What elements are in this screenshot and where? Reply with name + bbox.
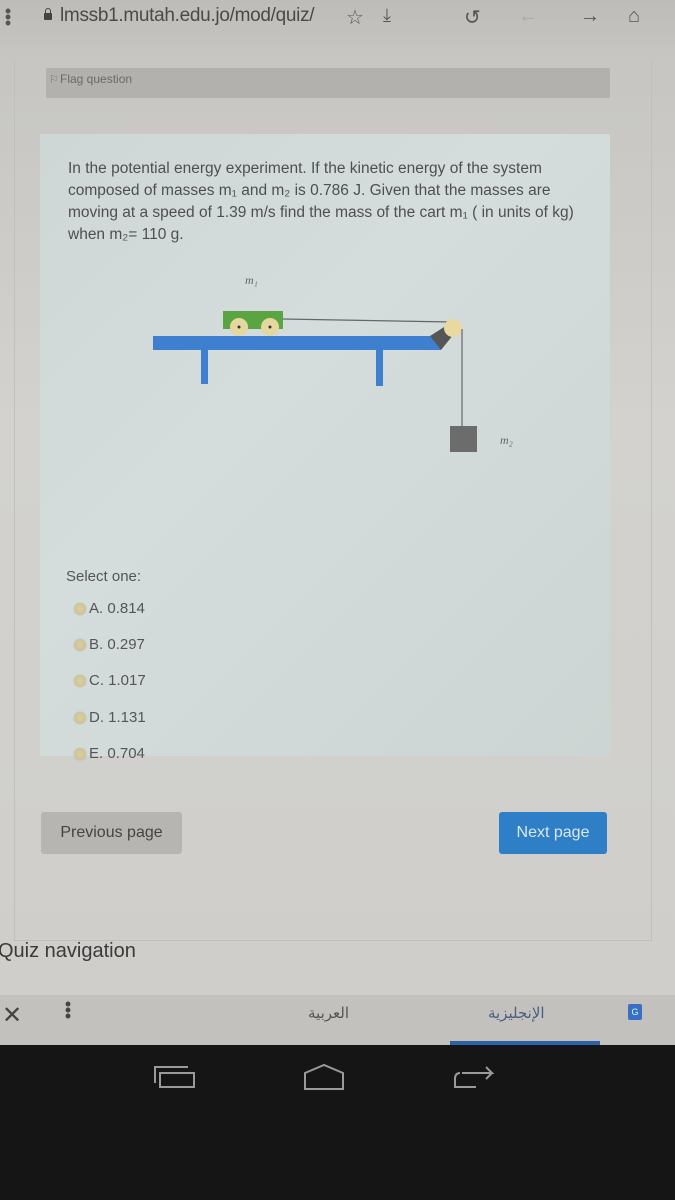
overflow-menu-icon[interactable]: • • • — [4, 2, 12, 32]
radio-button[interactable] — [74, 638, 86, 651]
option-letter: A. — [89, 600, 104, 617]
reload-icon[interactable]: ↺ — [464, 5, 481, 30]
flag-question-button[interactable]: ⚐ Flag question — [46, 68, 610, 98]
hanging-mass — [450, 426, 477, 452]
m1-label: m₁ — [245, 274, 258, 287]
overflow-menu-icon[interactable]: • • • — [64, 995, 72, 1025]
select-one-label: Select one: — [66, 568, 142, 585]
m2-label: m₂ — [500, 433, 513, 447]
option-value: 1.131 — [108, 709, 146, 726]
track — [153, 336, 441, 350]
option-letter: B. — [89, 636, 104, 653]
option-value: 0.297 — [107, 636, 145, 653]
back-arrow-icon[interactable]: ← — [518, 5, 538, 28]
question-box: In the potential energy experiment. If t… — [40, 134, 610, 762]
option-a[interactable]: A. 0.814 — [74, 600, 145, 617]
question-text: In the potential energy experiment. If t… — [68, 160, 574, 243]
browser-toolbar: • • • lmssb1.mutah.edu.jo/mod/quiz/ ☆ ⤓ ↺ … — [0, 0, 675, 48]
radio-button[interactable] — [74, 602, 86, 615]
string-horizontal — [282, 318, 453, 323]
close-icon[interactable]: ✕ — [2, 1001, 22, 1030]
home-icon[interactable] — [302, 1063, 346, 1091]
quiz-page: ⚐ Flag question In the potential energy … — [0, 48, 675, 995]
radio-button[interactable] — [74, 747, 86, 760]
back-icon[interactable] — [452, 1063, 496, 1091]
flag-icon: ⚐ — [49, 74, 59, 86]
track-leg-left — [201, 350, 208, 384]
star-icon[interactable]: ☆ — [346, 5, 364, 30]
next-page-button[interactable]: Next page — [499, 812, 607, 854]
google-translate-icon[interactable]: G — [628, 1004, 646, 1021]
quiz-navigation-heading: Quiz navigation — [0, 940, 136, 962]
translate-bar: ✕ • • • العربية الإنجليزية G — [0, 995, 675, 1045]
forward-arrow-icon[interactable]: → — [580, 5, 600, 28]
previous-page-button[interactable]: Previous page — [41, 812, 182, 854]
radio-button[interactable] — [74, 711, 86, 724]
recent-apps-icon[interactable] — [152, 1063, 198, 1091]
option-b[interactable]: B. 0.297 — [74, 636, 145, 653]
option-letter: E. — [89, 745, 104, 762]
option-value: 0.704 — [107, 745, 145, 762]
experiment-diagram: m₁ m₂ — [153, 274, 513, 452]
track-leg-right — [376, 350, 383, 386]
home-icon[interactable]: ⌂ — [628, 5, 640, 28]
address-bar[interactable]: lmssb1.mutah.edu.jo/mod/quiz/ — [60, 5, 315, 27]
system-navigation-bar — [0, 1045, 675, 1200]
wheel-axle — [268, 325, 272, 329]
wheel-axle — [237, 325, 241, 329]
download-icon[interactable]: ⤓ — [383, 5, 391, 26]
radio-button[interactable] — [74, 674, 86, 687]
option-value: 0.814 — [107, 600, 145, 617]
lock-icon — [44, 8, 52, 20]
option-e[interactable]: E. 0.704 — [74, 745, 145, 762]
option-value: 1.017 — [108, 672, 146, 689]
option-d[interactable]: D. 1.131 — [74, 709, 146, 726]
option-c[interactable]: C. 1.017 — [74, 672, 146, 689]
flag-question-label: Flag question — [60, 72, 133, 86]
language-tab-english[interactable]: الإنجليزية — [488, 1004, 545, 1022]
option-letter: C. — [89, 672, 104, 689]
language-tab-arabic[interactable]: العربية — [308, 1004, 349, 1022]
option-letter: D. — [89, 709, 104, 726]
pulley — [444, 319, 462, 337]
